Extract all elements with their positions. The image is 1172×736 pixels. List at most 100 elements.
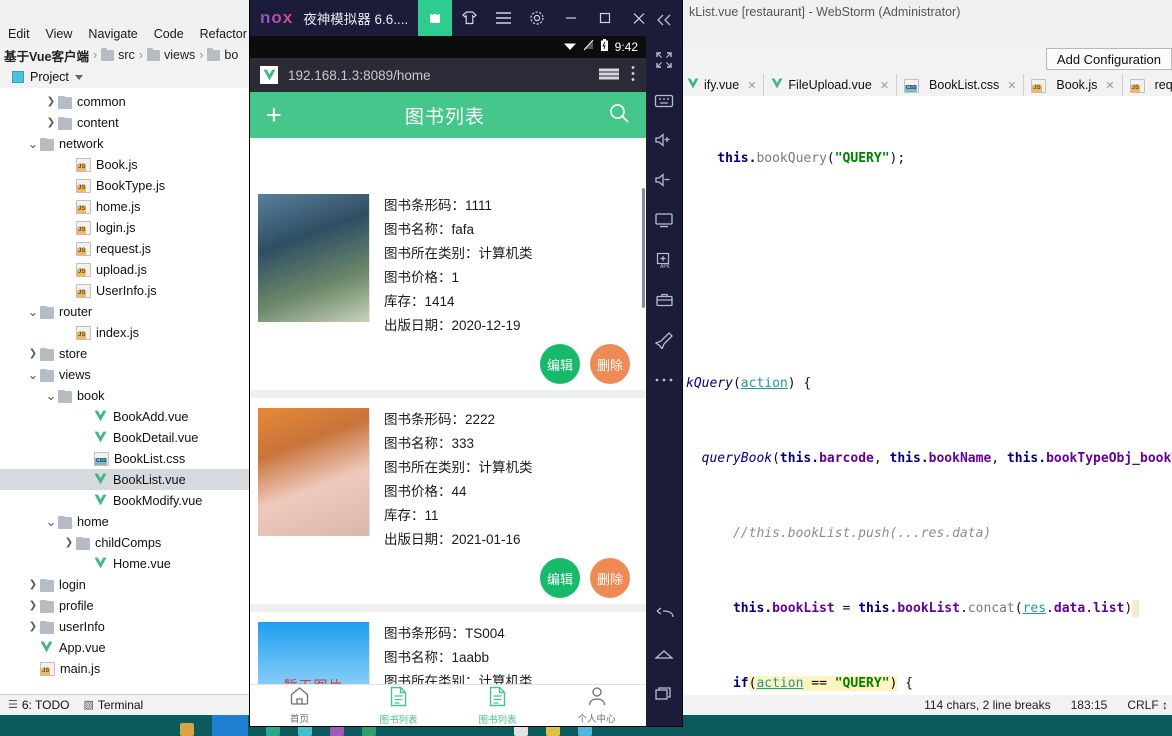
tree-item-bookmodify-vue[interactable]: BookModify.vue xyxy=(0,490,252,511)
home-icon[interactable] xyxy=(646,634,682,674)
tree-item-login-js[interactable]: login.js xyxy=(0,217,252,238)
editor-tab-bar[interactable]: ify.vue ✕ FileUpload.vue ✕ BookList.css … xyxy=(680,74,1172,96)
tab-book-list-1[interactable]: 图书列表 xyxy=(349,685,448,726)
search-icon[interactable] xyxy=(608,102,630,129)
menu-icon[interactable] xyxy=(486,0,520,36)
close-icon[interactable]: ✕ xyxy=(1007,79,1016,92)
menu-item-code[interactable]: Code xyxy=(146,27,192,41)
tree-item-userinfo-js[interactable]: UserInfo.js xyxy=(0,280,252,301)
tab-profile[interactable]: 个人中心 xyxy=(547,685,646,726)
add-book-button[interactable]: + xyxy=(266,101,282,129)
taskbar-icon-1[interactable] xyxy=(180,723,194,736)
tab-modify-vue[interactable]: ify.vue ✕ xyxy=(680,74,765,96)
tab-home[interactable]: 首页 xyxy=(250,685,349,726)
tree-item-store[interactable]: ❯ store xyxy=(0,343,252,364)
tree-item-home-js[interactable]: home.js xyxy=(0,196,252,217)
book-list[interactable]: 图书条形码：1111 图书名称：fafa 图书所在类别：计算机类 图书价格：1 库存：1… xyxy=(250,184,646,684)
breadcrumb-book[interactable]: bo xyxy=(224,48,238,62)
tree-item-upload-js[interactable]: upload.js xyxy=(0,259,252,280)
tree-item-request-js[interactable]: request.js xyxy=(0,238,252,259)
tabs-icon[interactable] xyxy=(598,66,620,85)
code-editor[interactable]: this.bookQuery("QUERY"); kQuery(action) … xyxy=(680,96,1172,700)
fullscreen-icon[interactable] xyxy=(646,40,682,80)
delete-button[interactable]: 删除 xyxy=(590,558,630,598)
tree-item-content[interactable]: ❯ content xyxy=(0,112,252,133)
tab-booklist-css[interactable]: BookList.css ✕ xyxy=(897,74,1025,96)
close-icon[interactable]: ✕ xyxy=(747,79,756,92)
chevron-right-icon[interactable]: ❯ xyxy=(26,621,40,632)
add-configuration-button[interactable]: Add Configuration xyxy=(1045,48,1172,70)
chevron-right-icon[interactable]: ❯ xyxy=(26,348,40,359)
breadcrumb-src[interactable]: src xyxy=(118,48,135,62)
taskbar-icon-active[interactable] xyxy=(212,715,248,736)
tree-item-bookdetail-vue[interactable]: BookDetail.vue xyxy=(0,427,252,448)
tree-item-network[interactable]: ⌄ network xyxy=(0,133,252,154)
gear-icon[interactable] xyxy=(520,0,554,36)
tree-item-booklist-vue[interactable]: BookList.vue xyxy=(0,469,252,490)
book-card[interactable]: 图书条形码：2222 图书名称：333 图书所在类别：计算机类 图书价格：44 库存：1… xyxy=(250,398,646,604)
address-bar-url[interactable]: 192.168.1.3:8089/home xyxy=(288,68,588,83)
chevron-right-icon[interactable]: ❯ xyxy=(44,117,58,128)
toolbox-icon[interactable] xyxy=(646,280,682,320)
chevron-down-icon[interactable]: ⌄ xyxy=(26,304,40,320)
collapse-icon[interactable] xyxy=(646,0,682,40)
chevron-down-icon[interactable]: ⌄ xyxy=(26,367,40,383)
bottom-tab-bar[interactable]: 首页 图书列表 图书列表 个人中心 xyxy=(250,684,646,726)
keyboard-icon[interactable] xyxy=(646,80,682,120)
tree-item-index-js[interactable]: index.js xyxy=(0,322,252,343)
nox-sidebar[interactable]: APK xyxy=(646,0,682,726)
tree-item-main-js[interactable]: main.js xyxy=(0,658,252,679)
status-line-separator[interactable]: CRLF ↕ xyxy=(1127,698,1168,712)
chevron-down-icon[interactable] xyxy=(74,74,83,80)
edit-button[interactable]: 编辑 xyxy=(540,344,580,384)
maximize-button[interactable] xyxy=(588,0,622,36)
back-icon[interactable] xyxy=(646,594,682,634)
install-apk-icon[interactable]: APK xyxy=(646,240,682,280)
tshirt-icon[interactable] xyxy=(452,0,486,36)
delete-button[interactable]: 删除 xyxy=(590,344,630,384)
book-card[interactable]: 图书条形码：1111 图书名称：fafa 图书所在类别：计算机类 图书价格：1 库存：1… xyxy=(250,184,646,390)
project-panel-header[interactable]: Project xyxy=(0,66,252,88)
tree-item-childcomps[interactable]: ❯ childComps xyxy=(0,532,252,553)
bottom-tool-bar[interactable]: ☰ 6: TODO ▧ Terminal xyxy=(0,694,253,714)
chevron-down-icon[interactable]: ⌄ xyxy=(26,136,40,152)
more-icon[interactable] xyxy=(646,360,682,400)
app-store-icon[interactable] xyxy=(418,0,453,36)
recents-icon[interactable] xyxy=(646,674,682,714)
nox-title-bar[interactable]: nox 夜神模拟器 6.6.... xyxy=(250,0,682,36)
tab-book-js[interactable]: Book.js ✕ xyxy=(1024,74,1123,96)
tree-item-router[interactable]: ⌄ router xyxy=(0,301,252,322)
tab-fileupload-vue[interactable]: FileUpload.vue ✕ xyxy=(764,74,898,96)
tree-item-book[interactable]: ⌄ book xyxy=(0,385,252,406)
tree-item-booklist-css[interactable]: BookList.css xyxy=(0,448,252,469)
tree-item-home[interactable]: ⌄ home xyxy=(0,511,252,532)
tool-button-terminal[interactable]: ▧ Terminal xyxy=(83,698,143,712)
chevron-right-icon[interactable]: ❯ xyxy=(26,600,40,611)
book-card[interactable]: 暂无图片图书条形码：TS004图书名称：1aabb图书所在类别：计算机类图书价格… xyxy=(250,612,646,684)
volume-up-icon[interactable] xyxy=(646,120,682,160)
screenshot-icon[interactable] xyxy=(646,200,682,240)
tree-item-login[interactable]: ❯ login xyxy=(0,574,252,595)
more-options-icon[interactable] xyxy=(630,65,636,85)
tab-request-js[interactable]: request.js xyxy=(1123,74,1172,96)
close-icon[interactable]: ✕ xyxy=(1105,79,1114,92)
chevron-right-icon[interactable]: ❯ xyxy=(44,96,58,107)
chevron-down-icon[interactable]: ⌄ xyxy=(44,388,58,404)
tree-item-home-vue[interactable]: Home.vue xyxy=(0,553,252,574)
tool-button-todo[interactable]: ☰ 6: TODO xyxy=(8,698,69,712)
menu-item-view[interactable]: View xyxy=(38,27,81,41)
chevron-down-icon[interactable]: ⌄ xyxy=(44,514,58,530)
book-list-scroll[interactable]: 图书条形码：1111 图书名称：fafa 图书所在类别：计算机类 图书价格：1 库存：1… xyxy=(250,184,646,684)
menu-item-edit[interactable]: Edit xyxy=(0,27,38,41)
volume-down-icon[interactable] xyxy=(646,160,682,200)
tree-item-common[interactable]: ❯ common xyxy=(0,91,252,112)
breadcrumb-views[interactable]: views xyxy=(164,48,195,62)
project-file-tree[interactable]: ❯ common ❯ content ⌄ network Book.js BookType.j… xyxy=(0,88,252,679)
tree-item-bookadd-vue[interactable]: BookAdd.vue xyxy=(0,406,252,427)
tab-book-list-2[interactable]: 图书列表 xyxy=(448,685,547,726)
chevron-right-icon[interactable]: ❯ xyxy=(62,537,76,548)
status-caret-position[interactable]: 183:15 xyxy=(1071,698,1108,712)
breadcrumb-project[interactable]: 基于Vue客户端 xyxy=(4,46,89,65)
edit-button[interactable]: 编辑 xyxy=(540,558,580,598)
close-icon[interactable]: ✕ xyxy=(880,79,889,92)
